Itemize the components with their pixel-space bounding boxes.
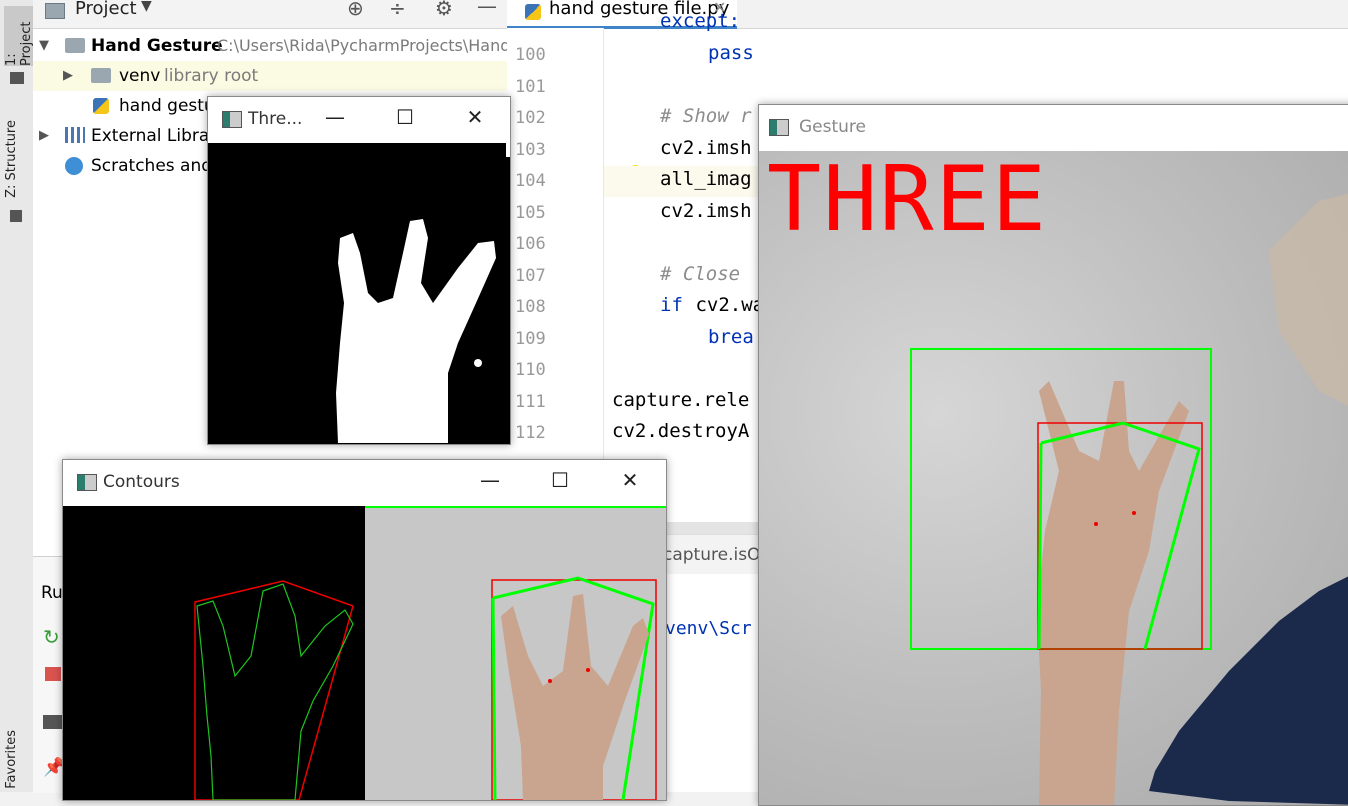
gesture-window[interactable]: Gesture THREE bbox=[758, 104, 1348, 806]
line-gutter: 100 101 102 103 104 105 106 107 108 109 … bbox=[507, 28, 648, 528]
window-titlebar[interactable]: Contours — ☐ ✕ bbox=[63, 460, 666, 505]
locate-icon[interactable]: ⊕ bbox=[347, 0, 364, 20]
code-line-105: cv2.imsh bbox=[660, 200, 752, 222]
python-file-icon bbox=[525, 4, 541, 20]
folder-icon bbox=[65, 31, 85, 61]
window-title: Thre... bbox=[248, 109, 303, 129]
close-icon[interactable]: ✕ bbox=[615, 468, 645, 492]
minimize-panel-icon[interactable]: — bbox=[477, 0, 497, 18]
code-line-104: all_imag bbox=[660, 168, 752, 190]
code-line-111: capture.rele bbox=[612, 389, 750, 411]
structure-icon bbox=[10, 210, 22, 222]
app-icon bbox=[769, 119, 789, 136]
expanded-arrow-icon[interactable]: ▼ bbox=[39, 31, 49, 61]
close-icon[interactable]: ✕ bbox=[460, 105, 490, 129]
maximize-icon[interactable]: ☐ bbox=[390, 105, 420, 129]
code-line-102: # Show r bbox=[660, 105, 752, 127]
chevron-down-icon[interactable]: ▼ bbox=[141, 0, 152, 14]
line-number: 101 bbox=[515, 77, 546, 97]
minimize-icon[interactable]: — bbox=[320, 105, 350, 129]
contours-window[interactable]: Contours — ☐ ✕ bbox=[62, 459, 667, 801]
console-output: venv\Scr bbox=[665, 618, 752, 639]
editor-tab-bar: hand gesture file.py ✕ bbox=[507, 0, 1348, 29]
detection-overlay bbox=[910, 193, 1348, 805]
window-title: Contours bbox=[103, 472, 180, 492]
line-number: 112 bbox=[515, 423, 546, 443]
project-tool-tab[interactable]: 1: Project bbox=[4, 6, 34, 66]
code-keyword-if: if bbox=[660, 294, 683, 316]
gear-icon[interactable]: ⚙ bbox=[435, 0, 453, 20]
library-root-hint: library root bbox=[164, 66, 259, 86]
line-number: 107 bbox=[515, 266, 546, 286]
favorites-tool-tab[interactable]: Favorites bbox=[4, 730, 19, 789]
line-number: 103 bbox=[515, 140, 546, 160]
code-line-112: cv2.destroyA bbox=[612, 420, 750, 442]
project-root-name: Hand Gesture bbox=[91, 36, 223, 56]
file-label: hand gestu bbox=[119, 96, 215, 116]
line-number: 100 bbox=[515, 45, 546, 65]
venv-label: venv bbox=[119, 66, 161, 86]
line-number: 111 bbox=[515, 392, 546, 412]
code-line-109: brea bbox=[708, 326, 754, 348]
line-number: 102 bbox=[515, 108, 546, 128]
breadcrumb[interactable]: capture.isOp bbox=[663, 545, 771, 565]
library-icon bbox=[65, 127, 85, 143]
code-line-103: cv2.imsh bbox=[660, 137, 752, 159]
project-root-path: C:\Users\Rida\PycharmProjects\Hand bbox=[217, 36, 511, 55]
scratches-label: Scratches and bbox=[91, 156, 213, 176]
project-view-selector[interactable]: Project bbox=[75, 0, 137, 19]
python-file-icon bbox=[93, 98, 109, 114]
project-view-icon bbox=[45, 3, 65, 19]
stop-icon[interactable] bbox=[45, 667, 61, 681]
line-number: 110 bbox=[515, 360, 546, 380]
layout-icon[interactable] bbox=[43, 715, 63, 729]
minimize-icon[interactable]: — bbox=[475, 468, 505, 492]
scratches-icon bbox=[65, 157, 83, 175]
line-number: 105 bbox=[515, 203, 546, 223]
line-number: 106 bbox=[515, 234, 546, 254]
folder-icon bbox=[91, 61, 111, 91]
app-icon bbox=[222, 111, 242, 128]
code-line-107: # Close bbox=[660, 263, 741, 285]
code-line-99: except: bbox=[660, 10, 741, 32]
collapsed-arrow-icon[interactable]: ▶ bbox=[63, 61, 73, 91]
code-line-108: cv2.wa bbox=[684, 294, 765, 316]
code-line-100: pass bbox=[708, 42, 754, 64]
tree-item-project-root[interactable]: ▼ Hand Gesture C:\Users\Rida\PycharmProj… bbox=[33, 31, 511, 61]
structure-tool-tab[interactable]: Z: Structure bbox=[4, 120, 19, 198]
rerun-icon[interactable]: ↻ bbox=[43, 625, 60, 649]
maximize-icon[interactable]: ☐ bbox=[545, 468, 575, 492]
window-titlebar[interactable]: Thre... — ☐ ✕ bbox=[208, 97, 510, 142]
tool-window-strip: 1: Project Z: Structure Favorites bbox=[0, 0, 34, 792]
run-panel-label: Ru bbox=[41, 583, 63, 603]
collapse-all-icon[interactable]: ÷ bbox=[389, 0, 406, 20]
app-icon bbox=[77, 474, 97, 491]
line-number: 109 bbox=[515, 329, 546, 349]
tree-item-venv[interactable]: ▶ venv library root bbox=[33, 61, 507, 91]
collapsed-arrow-icon[interactable]: ▶ bbox=[39, 121, 49, 151]
threshold-window[interactable]: Thre... — ☐ ✕ bbox=[207, 96, 511, 445]
threshold-image bbox=[208, 143, 510, 444]
contours-image bbox=[63, 506, 666, 800]
line-number: 108 bbox=[515, 297, 546, 317]
external-libraries-label: External Librari bbox=[91, 126, 222, 146]
window-title: Gesture bbox=[799, 117, 867, 137]
project-panel-header: Project ▼ ⊕ ÷ ⚙ — bbox=[33, 0, 507, 29]
camera-feed: THREE bbox=[759, 151, 1348, 805]
window-titlebar[interactable]: Gesture bbox=[759, 105, 1348, 150]
folder-icon bbox=[10, 72, 24, 84]
line-number: 104 bbox=[515, 171, 546, 191]
